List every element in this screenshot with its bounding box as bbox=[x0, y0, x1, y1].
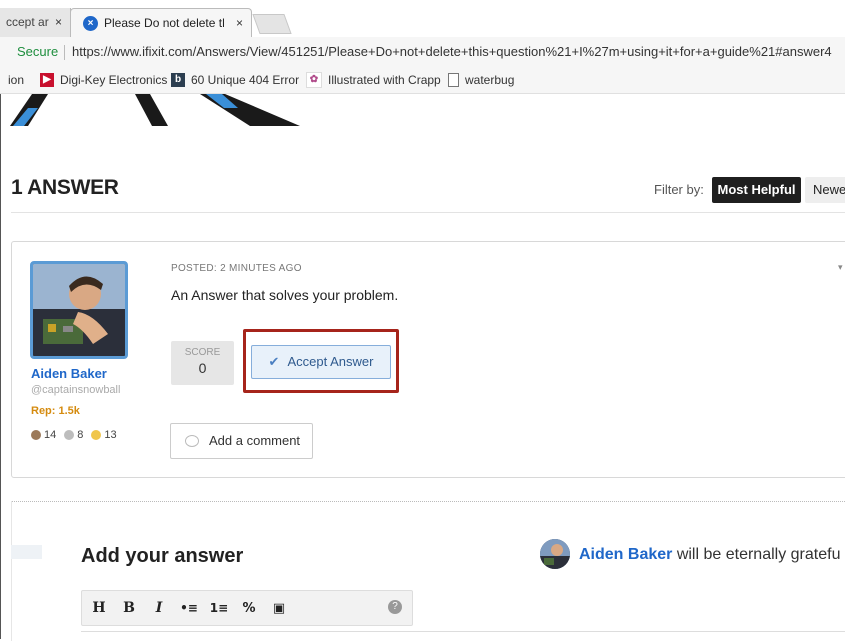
guide-image bbox=[10, 94, 300, 126]
score-value: 0 bbox=[198, 360, 207, 376]
tab-active-label: Please Do not delete this bbox=[104, 16, 224, 30]
silver-badge-icon bbox=[64, 430, 75, 440]
answer-count-title: 1 ANSWER bbox=[11, 176, 119, 199]
tab-active[interactable]: × Please Do not delete this × bbox=[70, 8, 252, 38]
silver-badge-count: 8 bbox=[77, 429, 84, 441]
url-text[interactable]: https://www.ifixit.com/Answers/View/4512… bbox=[72, 37, 832, 67]
digikey-icon: ▶ bbox=[40, 73, 54, 87]
bookmark-label: waterbug bbox=[465, 73, 515, 87]
answer-editor[interactable] bbox=[81, 631, 845, 642]
bookmark-illustrated[interactable]: ✿ Illustrated with Crapp bbox=[306, 67, 441, 93]
accept-answer-label: Accept Answer bbox=[287, 354, 374, 369]
image-icon[interactable]: ▣ bbox=[266, 601, 292, 616]
bookmark-404[interactable]: b 60 Unique 404 Error bbox=[171, 67, 299, 93]
grateful-text: will be eternally gratefu bbox=[672, 546, 841, 563]
numbered-list-icon[interactable]: 1≡ bbox=[206, 601, 232, 615]
b-icon: b bbox=[171, 73, 185, 87]
author-handle: @captainsnowball bbox=[31, 384, 121, 396]
bookmark-item[interactable]: ion bbox=[8, 67, 24, 93]
avatar-photo bbox=[33, 264, 125, 356]
bookmark-label: 60 Unique 404 Error bbox=[191, 73, 300, 87]
help-icon[interactable]: ? bbox=[388, 600, 402, 614]
answer-body: An Answer that solves your problem. bbox=[171, 287, 399, 303]
author-reputation: Rep: 1.5k bbox=[31, 405, 80, 417]
address-bar[interactable]: Secure https://www.ifixit.com/Answers/Vi… bbox=[0, 37, 845, 68]
chevron-down-icon[interactable]: ▾ bbox=[838, 262, 843, 273]
bookmark-label: Illustrated with Crapp bbox=[328, 73, 441, 87]
accept-answer-button[interactable]: ✔ Accept Answer bbox=[251, 345, 391, 379]
gold-badge-count: 13 bbox=[104, 429, 117, 441]
bookmarks-bar: ion ▶ Digi-Key Electronics b 60 Unique 4… bbox=[0, 67, 845, 94]
bronze-badge-count: 14 bbox=[44, 429, 57, 441]
address-separator bbox=[64, 45, 65, 60]
bookmark-label: ion bbox=[8, 73, 25, 87]
close-icon[interactable]: × bbox=[55, 8, 62, 37]
secure-label: Secure bbox=[17, 44, 59, 59]
bookmark-digikey[interactable]: ▶ Digi-Key Electronics bbox=[40, 67, 167, 93]
avatar-photo bbox=[540, 539, 570, 569]
avatar[interactable] bbox=[540, 539, 570, 569]
heading-button[interactable]: H bbox=[86, 600, 112, 616]
filter-most-helpful-button[interactable]: Most Helpful bbox=[712, 177, 801, 203]
filter-newest-button[interactable]: Newe bbox=[805, 177, 845, 203]
bookmark-waterbug[interactable]: waterbug bbox=[448, 67, 514, 93]
comment-bubble-icon bbox=[185, 435, 199, 447]
new-tab-button[interactable] bbox=[252, 14, 292, 34]
score-label: SCORE bbox=[184, 347, 221, 358]
add-comment-label: Add a comment bbox=[209, 433, 301, 448]
bullet-list-icon[interactable]: •≡ bbox=[176, 601, 202, 615]
close-icon[interactable]: × bbox=[236, 9, 243, 38]
author-badges: 14 8 13 bbox=[31, 429, 125, 441]
decorative-strip bbox=[11, 545, 42, 559]
tab-previous[interactable]: ccept ar × bbox=[0, 8, 71, 37]
browser-tab-strip: ccept ar × × Please Do not delete this × bbox=[0, 0, 845, 38]
add-answer-title: Add your answer bbox=[81, 545, 244, 567]
avatar[interactable] bbox=[30, 261, 128, 359]
score-box: SCORE 0 bbox=[171, 341, 234, 385]
bookmark-label: Digi-Key Electronics bbox=[60, 73, 168, 87]
grateful-message: Aiden Baker will be eternally gratefu bbox=[579, 546, 840, 564]
bold-button[interactable]: B bbox=[116, 600, 142, 616]
bronze-badge-icon bbox=[31, 430, 41, 440]
filter-label: Filter by: bbox=[654, 182, 704, 197]
checkmark-icon: ✔ bbox=[268, 354, 280, 369]
answer-card bbox=[11, 241, 845, 478]
gold-badge-icon bbox=[91, 430, 102, 440]
grateful-author-link[interactable]: Aiden Baker bbox=[579, 546, 672, 563]
page-icon bbox=[448, 73, 459, 87]
author-name-link[interactable]: Aiden Baker bbox=[31, 366, 107, 381]
window-edge bbox=[0, 0, 1, 639]
italic-button[interactable]: I bbox=[146, 600, 172, 616]
illustrated-icon: ✿ bbox=[306, 72, 322, 88]
editor-toolbar: H B I •≡ 1≡ % ▣ ? bbox=[81, 590, 413, 626]
link-icon[interactable]: % bbox=[236, 601, 262, 616]
ifixit-favicon-icon: × bbox=[83, 16, 98, 31]
add-comment-button[interactable]: Add a comment bbox=[170, 423, 313, 459]
divider bbox=[11, 212, 845, 213]
tab-previous-label: ccept ar bbox=[6, 15, 49, 29]
posted-time: POSTED: 2 MINUTES AGO bbox=[171, 263, 302, 274]
